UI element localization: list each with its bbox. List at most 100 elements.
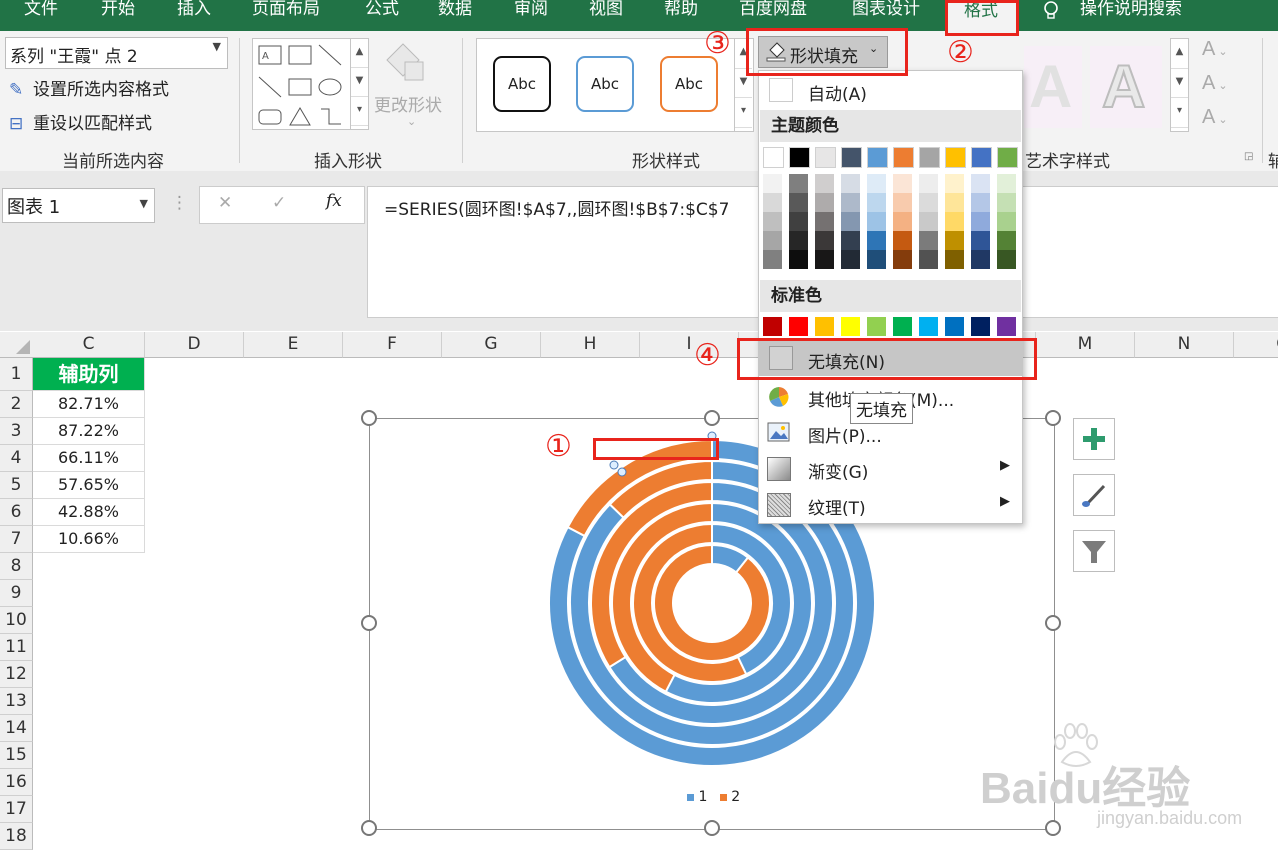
theme-shade-swatch[interactable] [893,250,912,269]
tab-chart-design[interactable]: 图表设计 [852,0,920,31]
text-outline-button[interactable]: A ⌄ [1202,72,1228,95]
theme-shade-swatch[interactable] [815,193,834,212]
theme-shade-swatch[interactable] [841,174,860,193]
theme-color-swatch[interactable] [945,147,966,168]
row-header-7[interactable]: 7 [0,526,33,553]
theme-shade-swatch[interactable] [763,174,782,193]
theme-color-swatch[interactable] [815,147,836,168]
cell-c1-header[interactable]: 辅助列 [33,358,145,391]
style-preset-blue[interactable]: Abc [576,56,634,112]
row-header-13[interactable]: 13 [0,688,33,715]
format-selection-button[interactable]: ✎ 设置所选内容格式 [9,75,169,100]
theme-shade-swatch[interactable] [893,212,912,231]
column-header-e[interactable]: E [244,332,343,358]
standard-color-swatch[interactable] [867,317,886,336]
row-header-18[interactable]: 18 [0,823,33,850]
row-header-10[interactable]: 10 [0,607,33,634]
tab-data[interactable]: 数据 [438,0,472,31]
row-header-14[interactable]: 14 [0,715,33,742]
theme-shade-swatch[interactable] [945,212,964,231]
standard-color-swatch[interactable] [919,317,938,336]
tab-home[interactable]: 开始 [101,0,135,31]
theme-shade-swatch[interactable] [867,250,886,269]
column-header-h[interactable]: H [541,332,640,358]
column-header-m[interactable]: M [1036,332,1135,358]
tab-review[interactable]: 审阅 [514,0,548,31]
theme-shade-swatch[interactable] [789,212,808,231]
theme-shade-swatch[interactable] [945,174,964,193]
theme-shade-swatch[interactable] [919,193,938,212]
theme-shade-swatch[interactable] [971,231,990,250]
row-header-3[interactable]: 3 [0,418,33,445]
doughnut-ring-6-point-2[interactable] [653,543,771,662]
theme-shade-swatch[interactable] [867,193,886,212]
row-header-15[interactable]: 15 [0,742,33,769]
standard-color-swatch[interactable] [815,317,834,336]
chart-filters-button[interactable] [1073,530,1115,572]
column-header-d[interactable]: D [145,332,244,358]
theme-shade-swatch[interactable] [841,250,860,269]
theme-shade-swatch[interactable] [893,174,912,193]
theme-color-swatch[interactable] [841,147,862,168]
name-box[interactable]: 图表 1 ▼ [2,188,155,223]
theme-shade-swatch[interactable] [763,212,782,231]
theme-shade-swatch[interactable] [893,193,912,212]
menu-item-texture[interactable]: 纹理(T) ▶ [759,486,1022,522]
theme-shade-swatch[interactable] [919,212,938,231]
row-header-4[interactable]: 4 [0,445,33,472]
shapes-gallery[interactable]: A ▲ ▼ ▾ [252,38,369,130]
text-effects-button[interactable]: A ⌄ [1202,106,1228,129]
theme-shade-swatch[interactable] [997,174,1016,193]
row-header-5[interactable]: 5 [0,472,33,499]
theme-shade-swatch[interactable] [945,193,964,212]
theme-shade-swatch[interactable] [997,231,1016,250]
dialog-launcher-icon[interactable]: ◲ [1244,151,1253,162]
tab-file[interactable]: 文件 [24,0,58,31]
theme-color-swatch[interactable] [789,147,810,168]
theme-shade-swatch[interactable] [815,212,834,231]
theme-shade-swatch[interactable] [789,250,808,269]
column-header-n[interactable]: N [1135,332,1234,358]
point-selection-handle[interactable] [617,467,627,477]
column-header-f[interactable]: F [343,332,442,358]
theme-color-swatch[interactable] [919,147,940,168]
theme-shade-swatch[interactable] [789,174,808,193]
row-header-17[interactable]: 17 [0,796,33,823]
theme-color-swatch[interactable] [867,147,888,168]
theme-shade-swatch[interactable] [841,212,860,231]
wordart-preset-outline[interactable]: A [1090,46,1162,128]
theme-shade-swatch[interactable] [789,193,808,212]
row-header-16[interactable]: 16 [0,769,33,796]
theme-shade-swatch[interactable] [867,212,886,231]
style-preset-black[interactable]: Abc [493,56,551,112]
theme-shade-swatch[interactable] [867,231,886,250]
select-all-corner[interactable] [0,332,34,358]
enter-icon[interactable]: ✓ [272,193,286,213]
cell-c7[interactable]: 10.66% [33,526,145,553]
theme-shade-swatch[interactable] [997,193,1016,212]
theme-shade-swatch[interactable] [971,193,990,212]
cell-c2[interactable]: 82.71% [33,391,145,418]
tab-view[interactable]: 视图 [589,0,623,31]
theme-shade-swatch[interactable] [867,174,886,193]
tab-page-layout[interactable]: 页面布局 [252,0,320,31]
theme-shade-swatch[interactable] [763,193,782,212]
row-header-6[interactable]: 6 [0,499,33,526]
chart-elements-button[interactable] [1073,418,1115,460]
standard-color-swatch[interactable] [789,317,808,336]
theme-shade-swatch[interactable] [841,193,860,212]
theme-color-swatch[interactable] [997,147,1018,168]
theme-color-swatch[interactable] [893,147,914,168]
cell-c5[interactable]: 57.65% [33,472,145,499]
theme-shade-swatch[interactable] [945,231,964,250]
theme-shade-swatch[interactable] [997,250,1016,269]
menu-item-gradient[interactable]: 渐变(G) ▶ [759,450,1022,486]
theme-color-swatch[interactable] [763,147,784,168]
row-header-9[interactable]: 9 [0,580,33,607]
standard-color-swatch[interactable] [971,317,990,336]
column-header-g[interactable]: G [442,332,541,358]
theme-shade-swatch[interactable] [971,250,990,269]
tab-formulas[interactable]: 公式 [365,0,399,31]
column-header-c[interactable]: C [33,332,145,358]
theme-color-swatch[interactable] [971,147,992,168]
